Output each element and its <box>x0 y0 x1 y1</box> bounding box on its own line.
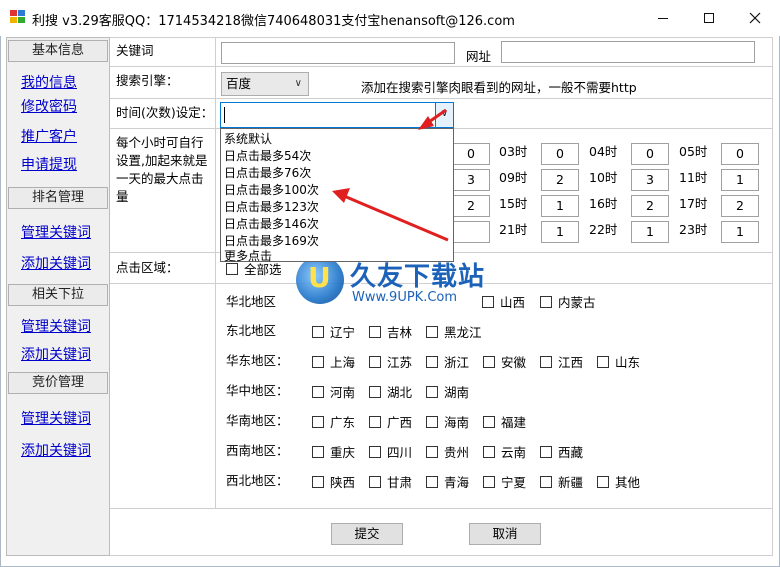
annotation-arrows <box>332 108 449 242</box>
red-arrow-icon <box>418 108 447 130</box>
red-arrow-icon <box>332 188 449 242</box>
